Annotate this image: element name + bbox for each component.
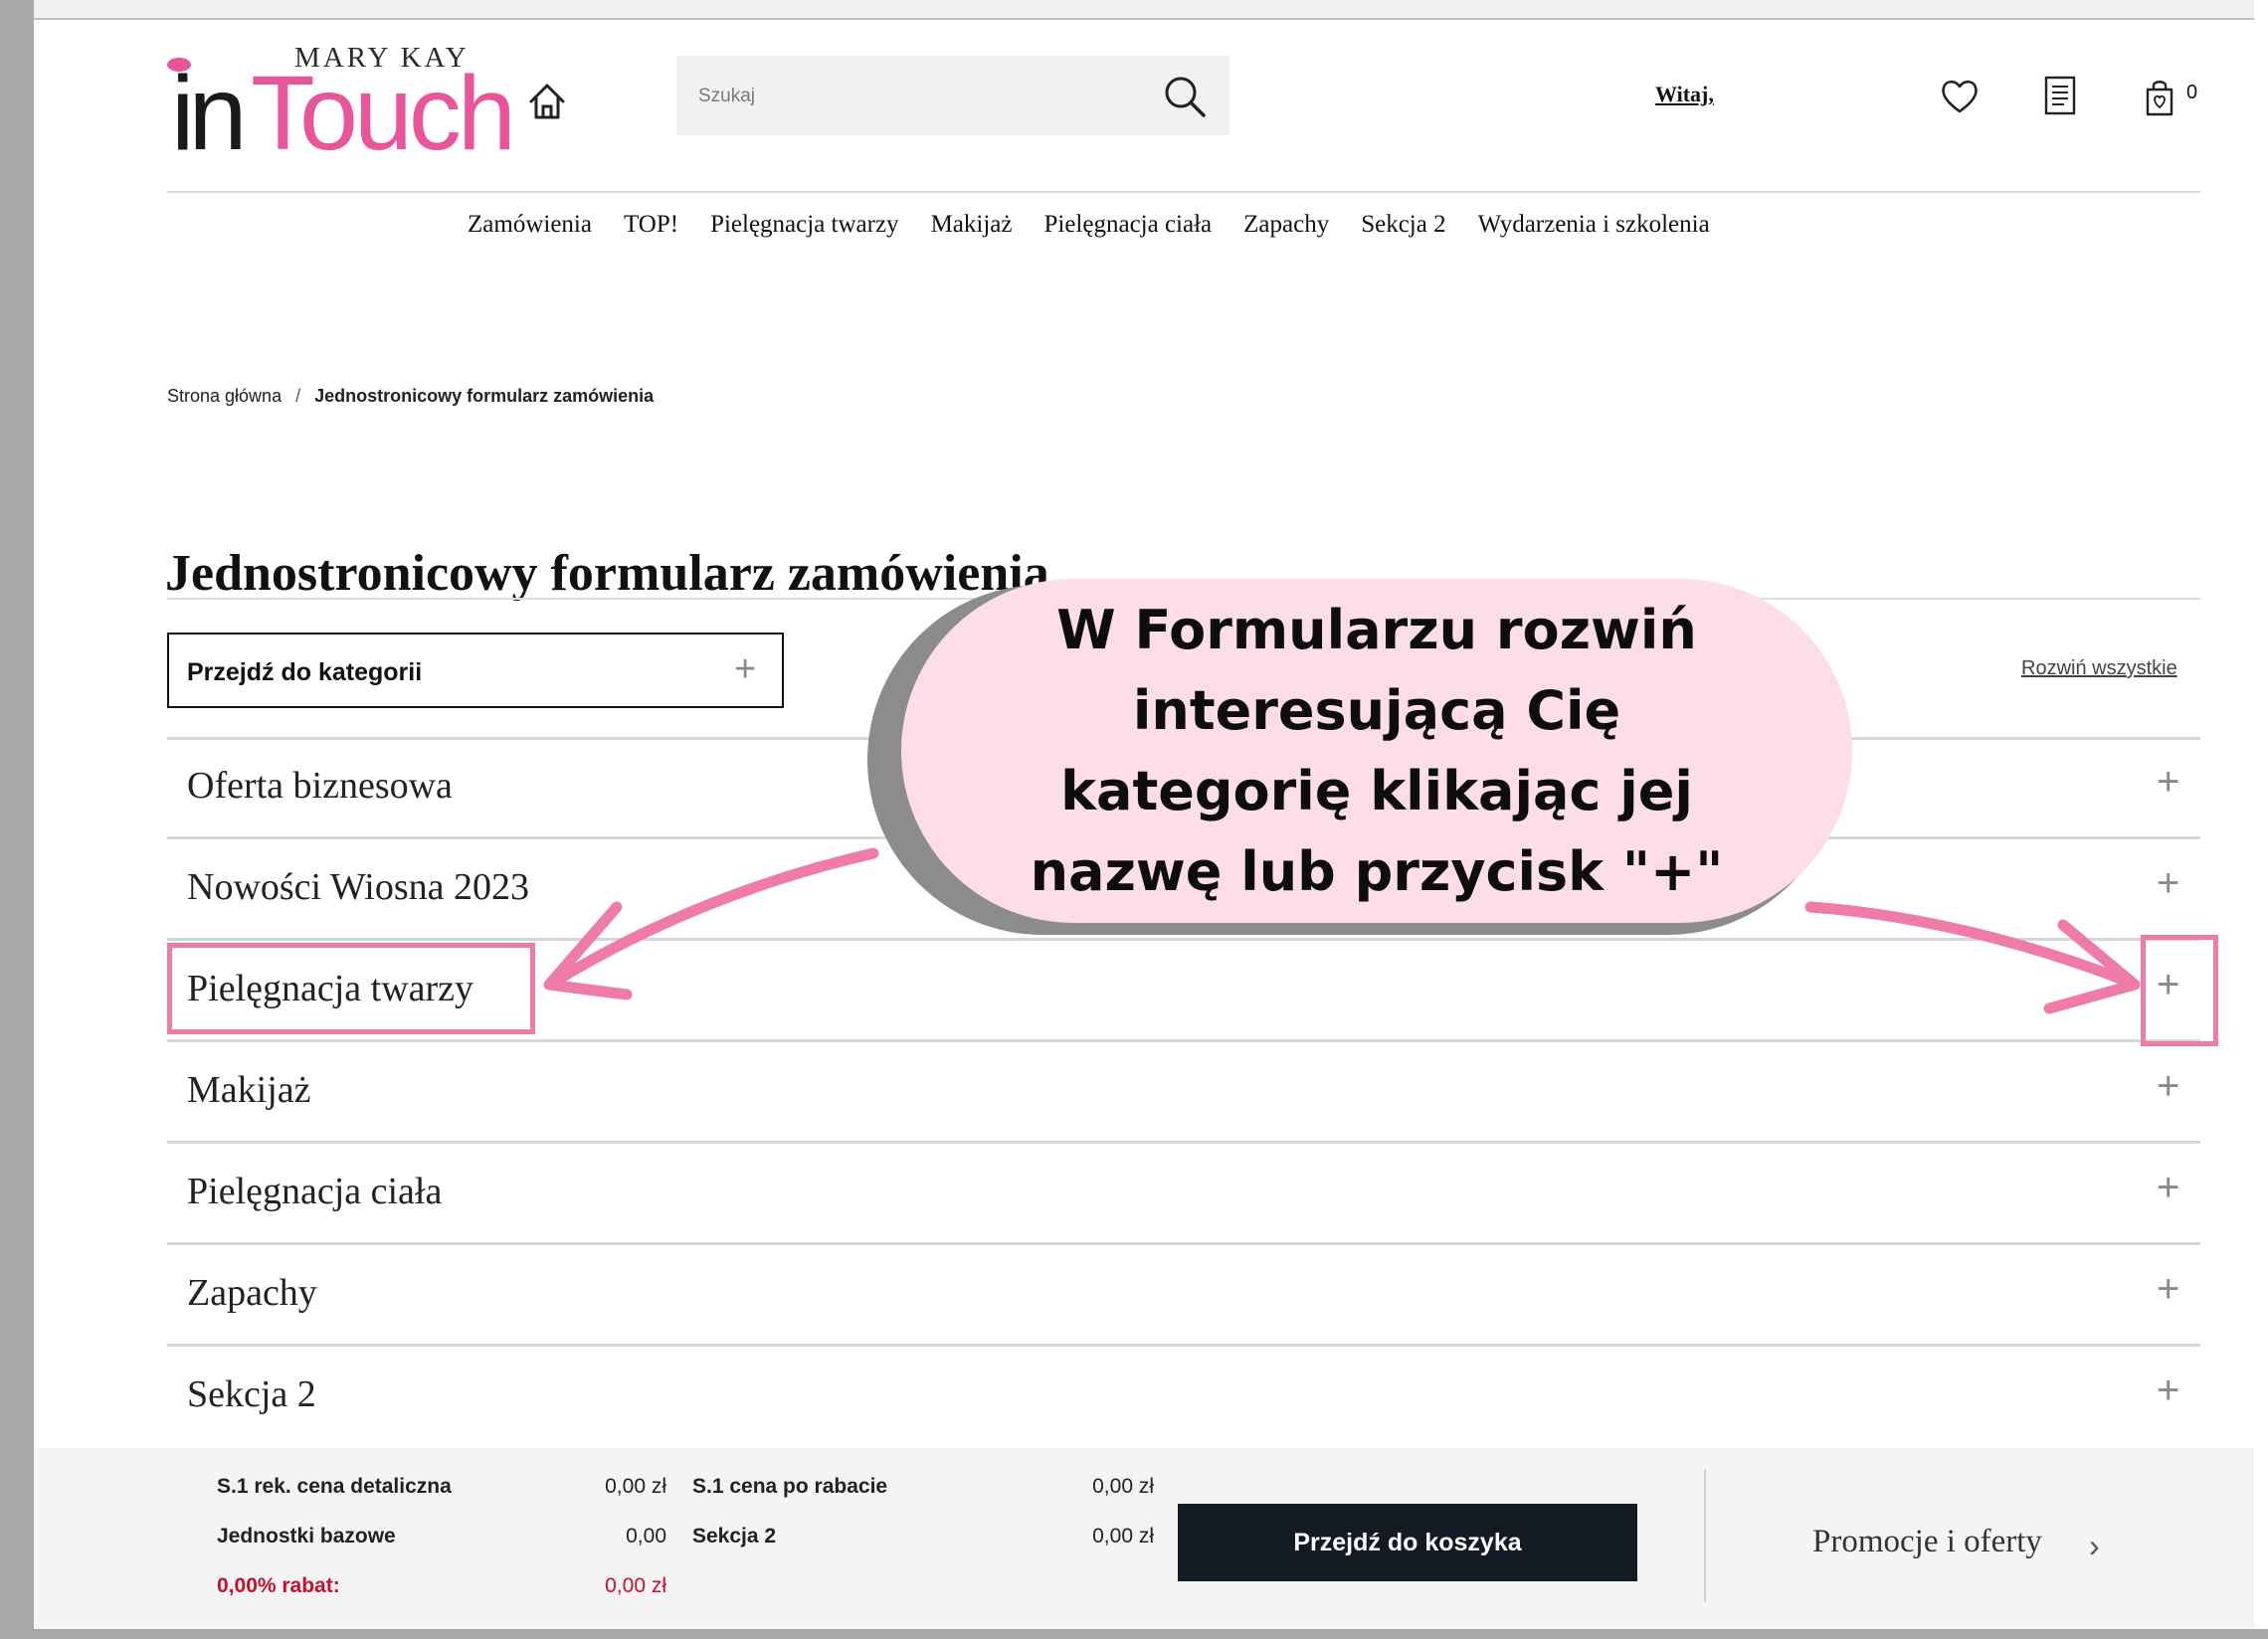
main-navigation: Zamówienia TOP! Pielęgnacja twarzy Makij… [468, 211, 1710, 239]
summary-value: 0,00 [626, 1525, 666, 1548]
category-jump-select[interactable]: Przejdź do kategorii + [167, 633, 784, 708]
summary-value: 0,00 zł [1092, 1475, 1154, 1498]
discount-value: 0,00 zł [605, 1574, 666, 1597]
cart-count-badge: 0 [2186, 82, 2198, 103]
expand-plus-icon[interactable]: + [2157, 760, 2179, 805]
accordion-divider [167, 1141, 2200, 1144]
category-select-label: Przejdź do kategorii [187, 658, 423, 686]
summary-value: 0,00 zł [1092, 1525, 1154, 1548]
order-list-icon[interactable] [2044, 76, 2076, 115]
nav-item-section-2[interactable]: Sekcja 2 [1361, 211, 1445, 239]
plus-icon: + [734, 648, 757, 690]
summary-label: S.1 rek. cena detaliczna [217, 1475, 452, 1498]
category-body-care[interactable]: Pielęgnacja ciała [187, 1170, 442, 1213]
accordion-divider [167, 938, 2200, 941]
highlight-category-name [167, 943, 535, 1034]
logo-in-text: in [171, 55, 247, 172]
chevron-right-icon[interactable]: › [2089, 1528, 2100, 1564]
nav-item-makeup[interactable]: Makijaż [931, 211, 1013, 239]
category-spring-news[interactable]: Nowości Wiosna 2023 [187, 865, 529, 909]
intouch-logo[interactable]: MARY KAY in Touch [163, 40, 521, 172]
nav-item-face-care[interactable]: Pielęgnacja twarzy [710, 211, 899, 239]
category-makeup[interactable]: Makijaż [187, 1068, 311, 1112]
screenshot-frame-bottom [0, 1629, 2268, 1639]
shopping-bag-icon[interactable] [2144, 78, 2175, 117]
search-input[interactable] [696, 76, 1138, 117]
expand-plus-icon[interactable]: + [2157, 1064, 2179, 1109]
highlight-plus-button [2141, 935, 2218, 1046]
category-fragrances[interactable]: Zapachy [187, 1271, 317, 1315]
arrow-left-head [543, 901, 633, 1001]
summary-value: 0,00 zł [605, 1475, 666, 1498]
accordion-divider [167, 1344, 2200, 1347]
arrow-left [547, 847, 879, 989]
page-title: Jednostronicowy formularz zamówienia [165, 544, 1049, 602]
summary-label: Jednostki bazowe [217, 1525, 396, 1548]
summary-label: Sekcja 2 [692, 1525, 777, 1548]
screenshot-frame-top [0, 0, 2268, 20]
breadcrumb-home-link[interactable]: Strona główna [167, 386, 282, 406]
home-icon[interactable] [527, 80, 567, 123]
promotions-link[interactable]: Promocje i oferty [1812, 1524, 2042, 1560]
nav-item-fragrances[interactable]: Zapachy [1243, 211, 1329, 239]
screenshot-frame-left [0, 0, 34, 1639]
category-business-offer[interactable]: Oferta biznesowa [187, 764, 453, 808]
arrow-right [1804, 901, 2137, 989]
summary-label: S.1 cena po rabacie [692, 1475, 888, 1498]
search-bar [676, 56, 1229, 135]
breadcrumb: Strona główna / Jednostronicowy formularz … [167, 386, 654, 407]
go-to-cart-button[interactable]: Przejdź do koszyka [1178, 1504, 1637, 1581]
footer-divider [1704, 1470, 1706, 1601]
logo-touch-text: Touch [251, 55, 516, 172]
expand-plus-icon[interactable]: + [2157, 1368, 2179, 1413]
nav-item-body-care[interactable]: Pielęgnacja ciała [1043, 211, 1212, 239]
heart-icon[interactable] [1940, 78, 1980, 115]
expand-plus-icon[interactable]: + [2157, 1267, 2179, 1312]
breadcrumb-current: Jednostronicowy formularz zamówienia [314, 386, 655, 406]
expand-plus-icon[interactable]: + [2157, 1166, 2179, 1210]
search-icon[interactable] [1162, 74, 1208, 119]
breadcrumb-separator: / [295, 386, 301, 406]
nav-item-orders[interactable]: Zamówienia [468, 211, 592, 239]
expand-plus-icon[interactable]: + [2157, 861, 2179, 906]
discount-label: 0,00% rabat: [217, 1574, 340, 1597]
instruction-text: W Formularzu rozwiń interesującą Cię kat… [1030, 599, 1724, 903]
header-divider [167, 191, 2200, 193]
instruction-callout: W Formularzu rozwiń interesującą Cię kat… [901, 579, 1852, 923]
nav-item-top[interactable]: TOP! [624, 211, 678, 239]
screenshot-frame-right [2254, 0, 2268, 1639]
accordion-divider [167, 1039, 2200, 1042]
accordion-divider [167, 1242, 2200, 1245]
greeting-link[interactable]: Witaj, [1655, 82, 1714, 107]
expand-all-link[interactable]: Rozwiń wszystkie [2021, 657, 2177, 680]
category-section-2[interactable]: Sekcja 2 [187, 1372, 316, 1416]
nav-item-events[interactable]: Wydarzenia i szkolenia [1478, 211, 1710, 239]
